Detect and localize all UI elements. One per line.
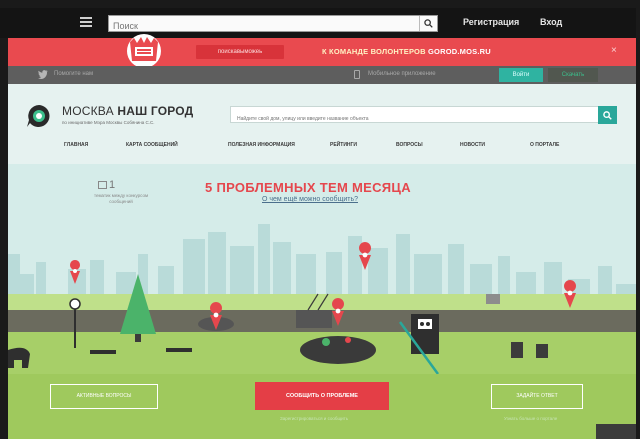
nav-item-news[interactable]: Новости <box>460 142 485 148</box>
trolleybus <box>296 310 332 328</box>
menu-icon[interactable] <box>80 17 92 28</box>
search-icon <box>603 110 612 120</box>
topics-counter: 1 <box>98 179 115 191</box>
site-logo-icon[interactable] <box>26 104 52 128</box>
site-subtitle: по инициативе Мэра Москвы Собянина С.С. <box>62 120 155 125</box>
main-content: МОСКВА НАШ ГОРОД по инициативе Мэра Моск… <box>8 84 636 439</box>
mobile-app-link[interactable]: Мобильное приложение <box>368 71 436 77</box>
login-link[interactable]: Вход <box>540 17 562 27</box>
main-search-box <box>230 106 600 127</box>
social-text[interactable]: Помогите нам <box>54 71 93 77</box>
counter-label: тематик между конкурсом сообщений <box>93 193 149 204</box>
active-issues-button[interactable]: активные вопросы <box>50 384 158 409</box>
main-search-button[interactable] <box>598 106 617 124</box>
nav-item-ratings[interactable]: Рейтинги <box>330 142 357 148</box>
main-search-input[interactable] <box>231 111 591 127</box>
bench <box>166 348 192 352</box>
volunteer-text: К КОМАНДЕ ВОЛОНТЕРОВ GOROD.MOS.RU <box>322 47 491 56</box>
twitter-icon[interactable] <box>38 70 48 79</box>
search-icon <box>424 19 433 28</box>
nav-item-about[interactable]: О портале <box>530 142 559 148</box>
top-bar: Регистрация Вход <box>0 8 636 38</box>
register-and-report-link[interactable]: Зарегистрироваться и сообщить <box>280 416 348 421</box>
lamp-post <box>74 306 76 348</box>
top-search-box <box>108 15 438 34</box>
answer-button[interactable]: задайте ответ <box>491 384 583 409</box>
headline-title: 5 ПРОБЛЕМНЫХ ТЕМ МЕСЯЦА <box>205 180 411 195</box>
phone-icon <box>354 70 360 79</box>
trash-pile <box>300 336 376 364</box>
download-button[interactable]: Скачать <box>548 68 598 82</box>
calendar-icon <box>98 181 107 189</box>
nav-item-map[interactable]: Карта сообщений <box>126 142 178 148</box>
volunteer-link[interactable]: GOROD.MOS.RU <box>428 47 491 56</box>
learn-more-link[interactable]: Узнать больше о портале <box>504 416 557 421</box>
nav-item-home[interactable]: Главная <box>64 142 88 148</box>
volunteer-button[interactable]: поискавыможеь <box>196 45 284 59</box>
volunteer-banner: поискавыможеь К КОМАНДЕ ВОЛОНТЕРОВ GOROD… <box>8 34 636 68</box>
browser-frame: Регистрация Вход поискавыможеь К КОМАНДЕ… <box>0 0 640 439</box>
site-title[interactable]: МОСКВА НАШ ГОРОД <box>62 104 193 118</box>
top-search-input[interactable] <box>109 18 409 34</box>
nav-item-questions[interactable]: Вопросы <box>396 142 423 148</box>
trash-bin <box>511 342 523 358</box>
headline-link[interactable]: О чем ещё можно сообщить? <box>262 196 358 203</box>
top-search-button[interactable] <box>419 16 437 31</box>
social-bar: Помогите нам Мобильное приложение Войти … <box>8 66 636 84</box>
bin-box <box>486 294 500 304</box>
nav-item-info[interactable]: Полезная информация <box>228 142 295 148</box>
volunteer-logo <box>127 34 161 68</box>
report-problem-button[interactable]: сообщить о проблеме <box>255 382 389 410</box>
bench <box>90 350 116 354</box>
trash-bin <box>536 344 548 358</box>
register-link[interactable]: Регистрация <box>463 17 519 27</box>
social-login-button[interactable]: Войти <box>499 68 543 82</box>
main-nav: Главная Карта сообщений Полезная информа… <box>8 142 636 154</box>
banner-close-icon[interactable]: × <box>611 45 617 56</box>
